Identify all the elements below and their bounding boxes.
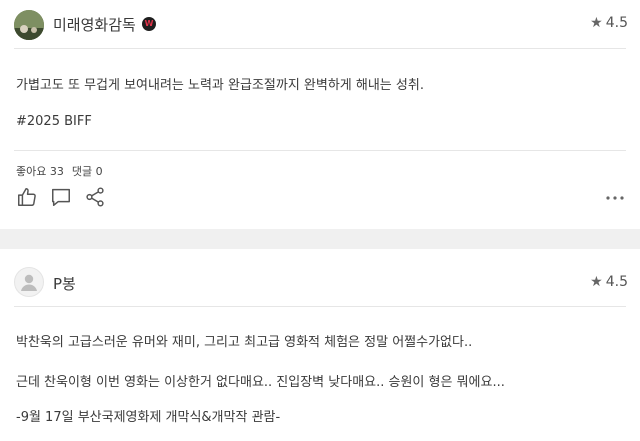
review-text: 근데 찬욱이형 이번 영화는 이상한거 없다매요.. 진입장벽 낮다매요.. 승… <box>16 375 505 390</box>
user-avatar[interactable] <box>14 10 44 40</box>
user-avatar[interactable] <box>14 267 44 297</box>
avatar-photo-icon <box>14 10 44 40</box>
rating-value: 4.5 <box>605 15 628 31</box>
rating: ★ 4.5 <box>590 15 628 31</box>
divider <box>14 150 626 151</box>
rating-value: 4.5 <box>605 274 628 290</box>
rating: ★ 4.5 <box>590 274 628 290</box>
star-icon: ★ <box>590 274 603 290</box>
divider <box>14 306 626 307</box>
review-text: 박찬욱의 고급스러운 유머와 재미, 그리고 최고급 영화적 체험은 정말 어쩔… <box>16 335 473 350</box>
divider <box>14 48 626 49</box>
star-icon: ★ <box>590 15 603 31</box>
review-counts: 좋아요 33 댓글 0 <box>16 163 103 179</box>
user-name[interactable]: P봉 <box>53 273 76 294</box>
review-text: -9월 17일 부산국제영화제 개막식&개막작 관람- <box>16 410 281 425</box>
default-user-icon <box>21 274 37 291</box>
review-hashtag: #2025 BIFF <box>16 114 92 129</box>
more-icon[interactable] <box>606 196 624 200</box>
likes-count[interactable]: 좋아요 33 <box>16 165 64 178</box>
verified-badge-icon: W <box>142 17 156 31</box>
review-text: 가볍고도 또 무겁게 보여내려는 노력과 완급조절까지 완벽하게 해내는 성취. <box>16 78 424 93</box>
like-icon[interactable] <box>16 186 38 208</box>
user-name[interactable]: 미래영화감독 <box>53 14 136 35</box>
comments-count[interactable]: 댓글 0 <box>72 165 103 178</box>
review-card: 미래영화감독 W ★ 4.5 가볍고도 또 무겁게 보여내려는 노력과 완급조절까… <box>0 0 640 229</box>
share-icon[interactable] <box>84 186 106 208</box>
review-card: P봉 ★ 4.5 박찬욱의 고급스러운 유머와 재미, 그리고 최고급 영화적 체… <box>0 249 640 441</box>
comment-icon[interactable] <box>50 186 72 208</box>
